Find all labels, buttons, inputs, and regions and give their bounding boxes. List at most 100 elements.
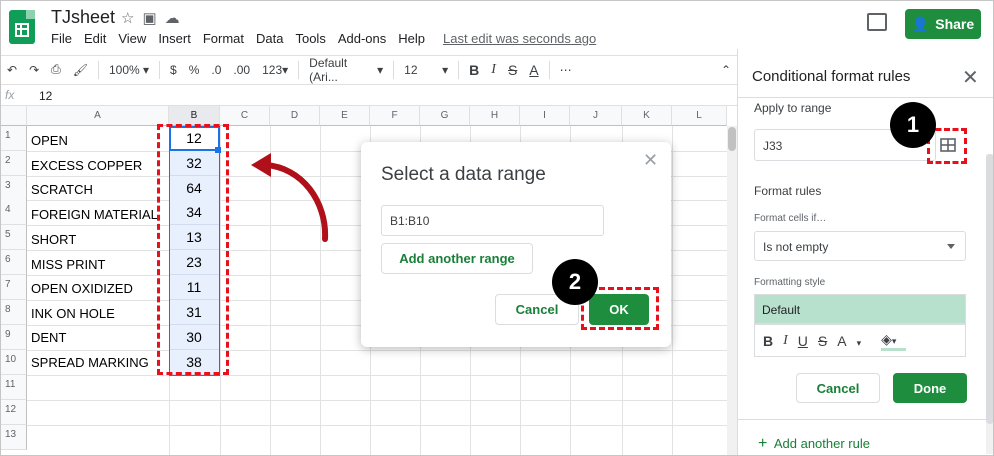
redo-icon[interactable]: ↷ [23,63,45,77]
percent-button[interactable]: % [183,63,206,77]
select-all-corner[interactable] [1,106,27,126]
menu-file[interactable]: File [51,31,72,46]
zoom-select[interactable]: 100% ▾ [103,63,155,77]
bold-button[interactable]: B [463,62,485,78]
more-options-button[interactable]: ⋯ [554,63,578,77]
cell-a[interactable]: OPEN OXIDIZED [31,276,133,301]
sheets-window: TJsheet ☆ ▣ ☁ File Edit View Insert Form… [0,0,994,456]
row-header[interactable]: 8 [1,300,27,325]
cell-a[interactable]: INK ON HOLE [31,301,115,326]
cell-a[interactable]: EXCESS COPPER [31,153,142,178]
currency-button[interactable]: $ [164,63,183,77]
dialog-title: Select a data range [381,164,546,185]
style-underline-button[interactable]: U [798,333,808,349]
font-select[interactable]: Default (Ari... ▾ [303,56,389,84]
row-header[interactable]: 3 [1,176,27,201]
cell-a[interactable]: SPREAD MARKING [31,350,149,375]
row-header[interactable]: 13 [1,425,27,450]
fill-color-icon[interactable]: ◈▾ [881,331,907,351]
column-header-c[interactable]: C [220,106,270,126]
undo-icon[interactable]: ↶ [1,63,23,77]
step-2-badge: 2 [552,259,598,305]
row-header[interactable]: 5 [1,225,27,250]
formula-bar[interactable]: fx 12 [1,84,737,106]
grid-scrollbar-thumb[interactable] [728,127,736,151]
increase-decimal-button[interactable]: .00 [227,63,256,77]
column-header-f[interactable]: F [370,106,420,126]
column-header-b[interactable]: B [169,106,220,126]
panel-close-icon[interactable]: ✕ [962,65,979,90]
menu-tools[interactable]: Tools [295,31,325,46]
column-header-g[interactable]: G [420,106,470,126]
panel-done-button[interactable]: Done [893,373,967,403]
text-color-button[interactable]: A [523,62,544,78]
plus-icon: + [758,435,768,452]
row-header[interactable]: 2 [1,151,27,176]
column-header-e[interactable]: E [320,106,370,126]
cell-a[interactable]: OPEN [31,128,68,153]
cloud-status-icon[interactable]: ☁ [165,9,180,27]
style-bold-button[interactable]: B [763,333,773,349]
row-header[interactable]: 12 [1,400,27,425]
column-header-l[interactable]: L [672,106,727,126]
curved-arrow-icon [251,153,329,242]
menu-data[interactable]: Data [256,31,283,46]
menu-format[interactable]: Format [203,31,244,46]
star-icon[interactable]: ☆ [121,9,134,27]
column-header-j[interactable]: J [570,106,622,126]
italic-button[interactable]: I [485,62,502,78]
cell-a[interactable]: SCRATCH [31,177,93,202]
panel-scrollbar-thumb[interactable] [986,154,993,424]
row-header[interactable]: 9 [1,325,27,350]
style-italic-button[interactable]: I [783,333,788,349]
cell-a[interactable]: DENT [31,325,66,350]
row-header[interactable]: 1 [1,126,27,151]
sheets-logo-icon[interactable] [9,10,35,44]
condition-select[interactable]: Is not empty [754,231,966,261]
row-header[interactable]: 10 [1,350,27,375]
person-add-icon: 👤 [911,15,930,32]
row-header[interactable]: 6 [1,250,27,275]
print-icon[interactable]: ⎙ [45,62,67,77]
comment-icon[interactable] [867,13,887,31]
column-header-a[interactable]: A [27,106,169,126]
grid-scrollbar[interactable] [727,126,737,455]
style-preview-select[interactable]: Default [754,294,966,324]
cell-a[interactable]: MISS PRINT [31,252,105,277]
apply-to-range-label: Apply to range [754,101,832,115]
menu-help[interactable]: Help [398,31,425,46]
doc-title[interactable]: TJsheet [51,7,115,28]
highlight-range-annotation [157,124,229,375]
column-header-k[interactable]: K [622,106,672,126]
row-header[interactable]: 11 [1,375,27,400]
column-header-d[interactable]: D [270,106,320,126]
paint-format-icon[interactable]: 🖌 [67,63,94,77]
more-formats-select[interactable]: 123 ▾ [256,63,294,77]
menu-view[interactable]: View [118,31,146,46]
share-button[interactable]: 👤 Share [905,9,981,39]
decrease-decimal-button[interactable]: .0 [205,63,227,77]
menu-addons[interactable]: Add-ons [338,31,386,46]
move-folder-icon[interactable]: ▣ [142,9,156,27]
add-another-range-button[interactable]: Add another range [381,243,533,274]
font-size-select[interactable]: 12 ▾ [398,63,454,77]
panel-cancel-button[interactable]: Cancel [796,373,880,403]
strikethrough-button[interactable]: S [502,62,523,78]
style-strike-button[interactable]: S [818,333,827,349]
row-header[interactable]: 7 [1,275,27,300]
last-edit-link[interactable]: Last edit was seconds ago [443,31,596,46]
column-header-i[interactable]: I [520,106,570,126]
row-header[interactable]: 4 [1,200,27,225]
cell-a[interactable]: FOREIGN MATERIAL [31,202,158,227]
collapse-toolbar-icon[interactable]: ⌃ [715,63,737,77]
column-header-h[interactable]: H [470,106,520,126]
fx-icon: fx [5,88,15,102]
range-input[interactable]: B1:B10 [381,205,604,236]
close-icon[interactable]: ✕ [643,150,658,171]
formula-value[interactable]: 12 [39,89,52,103]
style-text-color-button[interactable]: A ▾ [837,333,871,349]
menu-edit[interactable]: Edit [84,31,106,46]
add-another-rule-button[interactable]: + Add another rule [758,435,870,453]
menu-insert[interactable]: Insert [158,31,191,46]
cell-a[interactable]: SHORT [31,227,76,252]
